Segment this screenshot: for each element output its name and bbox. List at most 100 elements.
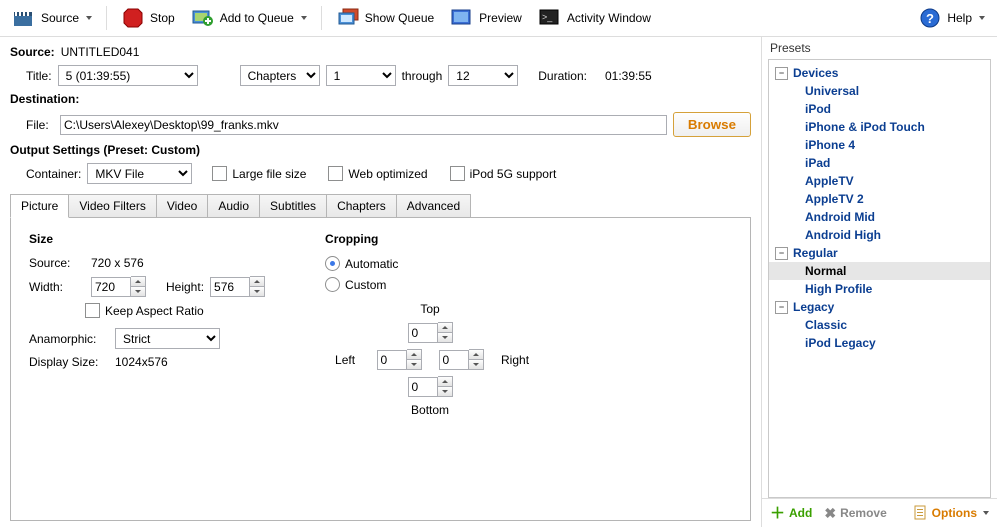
web-optimized-checkbox[interactable]: Web optimized — [328, 166, 427, 181]
range-to-select[interactable]: 12 — [448, 65, 518, 86]
tab-subtitles[interactable]: Subtitles — [259, 194, 327, 217]
help-button[interactable]: ? Help — [912, 4, 991, 32]
crop-custom-radio[interactable]: Custom — [325, 277, 386, 292]
chevron-down-icon — [983, 511, 989, 515]
anamorphic-label: Anamorphic: — [29, 332, 109, 346]
crop-bottom-input[interactable] — [408, 376, 453, 397]
cropping-heading: Cropping — [325, 232, 535, 246]
activity-window-button[interactable]: >_ Activity Window — [532, 4, 657, 32]
crop-left-label: Left — [335, 353, 355, 367]
preset-item[interactable]: iPod — [769, 100, 990, 118]
large-file-checkbox[interactable]: Large file size — [212, 166, 306, 181]
tab-audio[interactable]: Audio — [207, 194, 260, 217]
crop-automatic-radio[interactable]: Automatic — [325, 256, 398, 271]
through-label: through — [402, 69, 443, 83]
duration-label: Duration: — [538, 69, 587, 83]
stop-icon — [121, 6, 145, 30]
queue-icon — [336, 6, 360, 30]
tab-video-filters[interactable]: Video Filters — [68, 194, 156, 217]
preset-item[interactable]: Android Mid — [769, 208, 990, 226]
preset-item-selected[interactable]: Normal — [769, 262, 990, 280]
width-input[interactable] — [91, 276, 146, 297]
keep-aspect-checkbox[interactable]: Keep Aspect Ratio — [85, 303, 204, 318]
crop-right-input[interactable] — [439, 349, 484, 370]
tab-video[interactable]: Video — [156, 194, 208, 217]
main: Source: UNTITLED041 Title: 5 (01:39:55) … — [0, 37, 997, 527]
preset-add-button[interactable]: ＋Add — [770, 506, 812, 521]
crop-left-input[interactable] — [377, 349, 422, 370]
source-label: Source: — [10, 45, 55, 59]
presets-tree[interactable]: −Devices Universal iPod iPhone & iPod To… — [768, 59, 991, 498]
output-heading: Output Settings (Preset: Custom) — [10, 143, 200, 157]
preset-actions: ＋Add ✖Remove Options — [762, 498, 997, 527]
collapse-icon: − — [775, 67, 788, 80]
label: Add to Queue — [220, 11, 294, 25]
duration-value: 01:39:55 — [605, 69, 652, 83]
preset-item[interactable]: iPad — [769, 154, 990, 172]
stop-button[interactable]: Stop — [115, 4, 181, 32]
document-icon — [914, 505, 928, 521]
label: Source — [41, 11, 79, 25]
tab-advanced[interactable]: Advanced — [396, 194, 471, 217]
x-icon: ✖ — [824, 506, 836, 520]
preset-item[interactable]: iPhone 4 — [769, 136, 990, 154]
preset-group-legacy[interactable]: −Legacy — [769, 298, 990, 316]
preset-options-button[interactable]: Options — [914, 505, 989, 521]
crop-top-input[interactable] — [408, 322, 453, 343]
preset-item[interactable]: AppleTV 2 — [769, 190, 990, 208]
collapse-icon: − — [775, 247, 788, 260]
show-queue-button[interactable]: Show Queue — [330, 4, 440, 32]
size-section: Size Source: 720 x 576 Width: Height: Ke… — [29, 232, 265, 506]
title-select[interactable]: 5 (01:39:55) — [58, 65, 198, 86]
height-input[interactable] — [210, 276, 265, 297]
width-label: Width: — [29, 280, 85, 294]
tabs: Picture Video Filters Video Audio Subtit… — [10, 194, 751, 218]
preset-item[interactable]: iPhone & iPod Touch — [769, 118, 990, 136]
preset-item[interactable]: High Profile — [769, 280, 990, 298]
container-select[interactable]: MKV File — [87, 163, 192, 184]
label: Stop — [150, 11, 175, 25]
chevron-down-icon — [86, 16, 92, 20]
tab-body-picture: Size Source: 720 x 576 Width: Height: Ke… — [10, 218, 751, 521]
crop-bottom-label: Bottom — [411, 403, 449, 417]
label: Activity Window — [567, 11, 651, 25]
display-size-value: 1024x576 — [115, 355, 168, 369]
file-label: File: — [26, 118, 54, 132]
preset-item[interactable]: Android High — [769, 226, 990, 244]
preset-remove-button[interactable]: ✖Remove — [824, 506, 886, 520]
add-to-queue-button[interactable]: Add to Queue — [185, 4, 313, 32]
tab-picture[interactable]: Picture — [10, 194, 69, 218]
preset-group-regular[interactable]: −Regular — [769, 244, 990, 262]
cropping-section: Cropping Automatic Custom Top Left Right… — [325, 232, 535, 506]
range-from-select[interactable]: 1 — [326, 65, 396, 86]
file-input[interactable] — [60, 115, 667, 135]
range-type-select[interactable]: Chapters — [240, 65, 320, 86]
preset-item[interactable]: Universal — [769, 82, 990, 100]
label: Show Queue — [365, 11, 434, 25]
destination-label: Destination: — [10, 92, 79, 106]
source-res-label: Source: — [29, 256, 85, 270]
preset-item[interactable]: AppleTV — [769, 172, 990, 190]
height-label: Height: — [166, 280, 204, 294]
crop-top-label: Top — [420, 302, 439, 316]
preview-button[interactable]: Preview — [444, 4, 528, 32]
anamorphic-select[interactable]: Strict — [115, 328, 220, 349]
browse-button[interactable]: Browse — [673, 112, 751, 137]
source-button[interactable]: Source — [6, 4, 98, 32]
ipod5g-checkbox[interactable]: iPod 5G support — [450, 166, 557, 181]
preset-item[interactable]: iPod Legacy — [769, 334, 990, 352]
collapse-icon: − — [775, 301, 788, 314]
preset-group-devices[interactable]: −Devices — [769, 64, 990, 82]
presets-title: Presets — [762, 37, 997, 59]
display-size-label: Display Size: — [29, 355, 109, 369]
left-pane: Source: UNTITLED041 Title: 5 (01:39:55) … — [0, 37, 761, 527]
tab-chapters[interactable]: Chapters — [326, 194, 397, 217]
add-queue-icon — [191, 6, 215, 30]
preview-icon — [450, 6, 474, 30]
source-value: UNTITLED041 — [61, 45, 140, 59]
help-icon: ? — [918, 6, 942, 30]
preset-item[interactable]: Classic — [769, 316, 990, 334]
size-heading: Size — [29, 232, 265, 246]
container-label: Container: — [26, 167, 81, 181]
chevron-down-icon — [301, 16, 307, 20]
